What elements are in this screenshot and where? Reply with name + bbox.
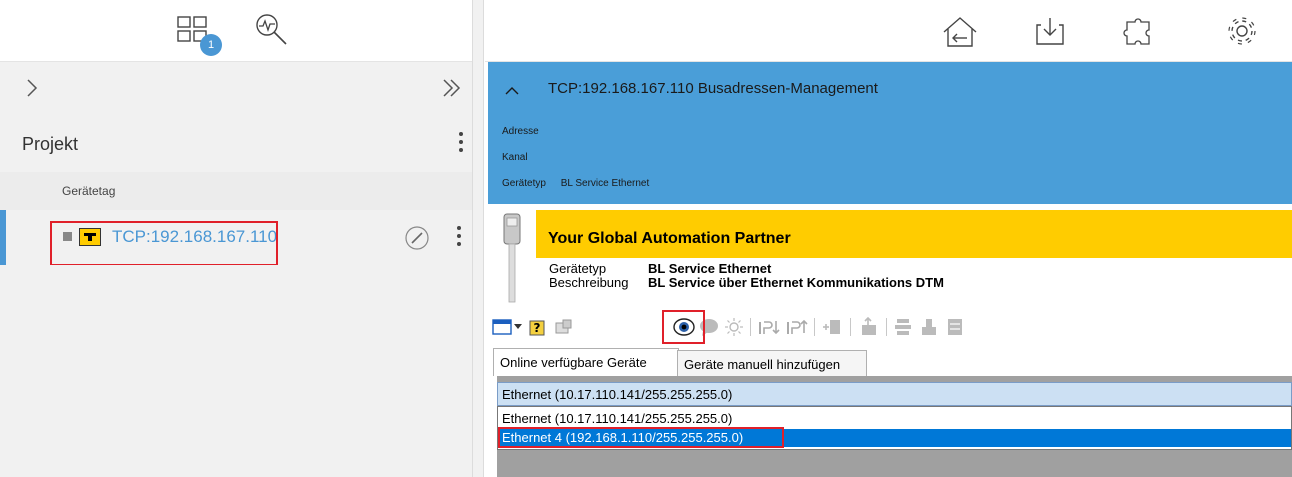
header-field-kanal: Kanal — [502, 152, 540, 163]
project-title: Projekt — [22, 134, 79, 154]
module-stack-icon[interactable] — [892, 316, 914, 338]
pane-splitter[interactable] — [472, 0, 484, 477]
toolbar-separator — [750, 318, 751, 336]
device-info-icon[interactable] — [554, 316, 574, 338]
header-field-geraetetyp: Gerätetyp BL Service Ethernet — [502, 178, 649, 189]
left-pane-empty-area — [0, 265, 472, 477]
column-header-label: Gerätetag — [62, 184, 116, 198]
add-module-icon[interactable] — [822, 316, 844, 338]
header-field-label: Gerätetyp — [502, 178, 546, 189]
home-back-icon[interactable] — [940, 14, 980, 55]
device-header-title: TCP:192.168.167.110 Busadressen-Manageme… — [548, 80, 878, 97]
puzzle-icon[interactable] — [1123, 14, 1157, 53]
header-field-value: BL Service Ethernet — [560, 178, 650, 189]
notification-badge: 1 — [200, 34, 222, 56]
module-import-icon[interactable] — [918, 316, 940, 338]
tree-item-menu-icon[interactable] — [456, 226, 462, 250]
tab-add-devices-manually[interactable]: Geräte manuell hinzufügen — [677, 350, 867, 376]
settings-gear-icon[interactable] — [1225, 14, 1259, 53]
interface-select[interactable]: Ethernet (10.17.110.141/255.255.255.0) — [497, 382, 1292, 406]
desc-value: BL Service Ethernet — [648, 261, 772, 276]
left-pane: 1 Projekt Gerätetag TCP:192.168.167.110 — [0, 0, 472, 477]
help-icon[interactable]: ? — [528, 316, 548, 338]
chevron-right-icon[interactable] — [22, 76, 42, 105]
desc-row-description: Beschreibung BL Service über Ethernet Kom… — [549, 276, 944, 290]
desc-key: Beschreibung — [549, 275, 629, 290]
right-toolbar — [485, 0, 1292, 62]
diagnostic-search-icon[interactable] — [254, 12, 290, 53]
ip-down-icon[interactable] — [758, 316, 780, 338]
dropdown-arrow-icon[interactable] — [514, 316, 522, 338]
download-icon[interactable] — [1033, 14, 1067, 53]
desc-key: Gerätetyp — [549, 261, 607, 276]
highlight-box-eye-scan — [662, 310, 705, 344]
ethernet-plug-icon — [495, 212, 529, 309]
desc-value: BL Service über Ethernet Kommunikations … — [648, 275, 944, 290]
pane-nav-row — [0, 62, 472, 114]
double-chevron-right-icon[interactable] — [440, 76, 464, 105]
toolbar-separator — [814, 318, 815, 336]
project-menu-icon[interactable] — [458, 132, 464, 156]
project-header: Projekt — [0, 114, 472, 172]
interface-option[interactable]: Ethernet (10.17.110.141/255.255.255.0) — [498, 410, 1291, 428]
header-field-label: Kanal — [502, 152, 528, 163]
device-header: TCP:192.168.167.110 Busadressen-Manageme… — [488, 62, 1292, 204]
brand-banner: Your Global Automation Partner — [536, 210, 1292, 258]
brand-banner-text: Your Global Automation Partner — [548, 230, 791, 247]
ip-up-icon[interactable] — [786, 316, 808, 338]
column-header: Gerätetag — [0, 172, 472, 210]
edit-pen-icon[interactable] — [404, 225, 430, 256]
upload-module-icon[interactable] — [856, 316, 880, 338]
toolbar-separator — [850, 318, 851, 336]
light-icon[interactable] — [724, 316, 744, 338]
svg-text:?: ? — [534, 321, 541, 335]
highlight-box-interface-option — [498, 427, 784, 448]
toolbar-separator — [886, 318, 887, 336]
tab-online-devices[interactable]: Online verfügbare Geräte — [493, 348, 679, 376]
highlight-box-tree-item — [50, 221, 278, 266]
header-field-adresse: Adresse — [502, 126, 551, 137]
device-description: Gerätetyp BL Service Ethernet Beschreibun… — [549, 262, 944, 290]
desc-row-type: Gerätetyp BL Service Ethernet — [549, 262, 944, 276]
header-field-label: Adresse — [502, 126, 539, 137]
window-view-icon[interactable] — [492, 316, 512, 338]
collapse-caret-icon[interactable] — [502, 80, 522, 105]
dtm-toolbar: ? — [490, 310, 1292, 344]
left-toolbar: 1 — [0, 0, 472, 62]
module-export-icon[interactable] — [944, 316, 966, 338]
